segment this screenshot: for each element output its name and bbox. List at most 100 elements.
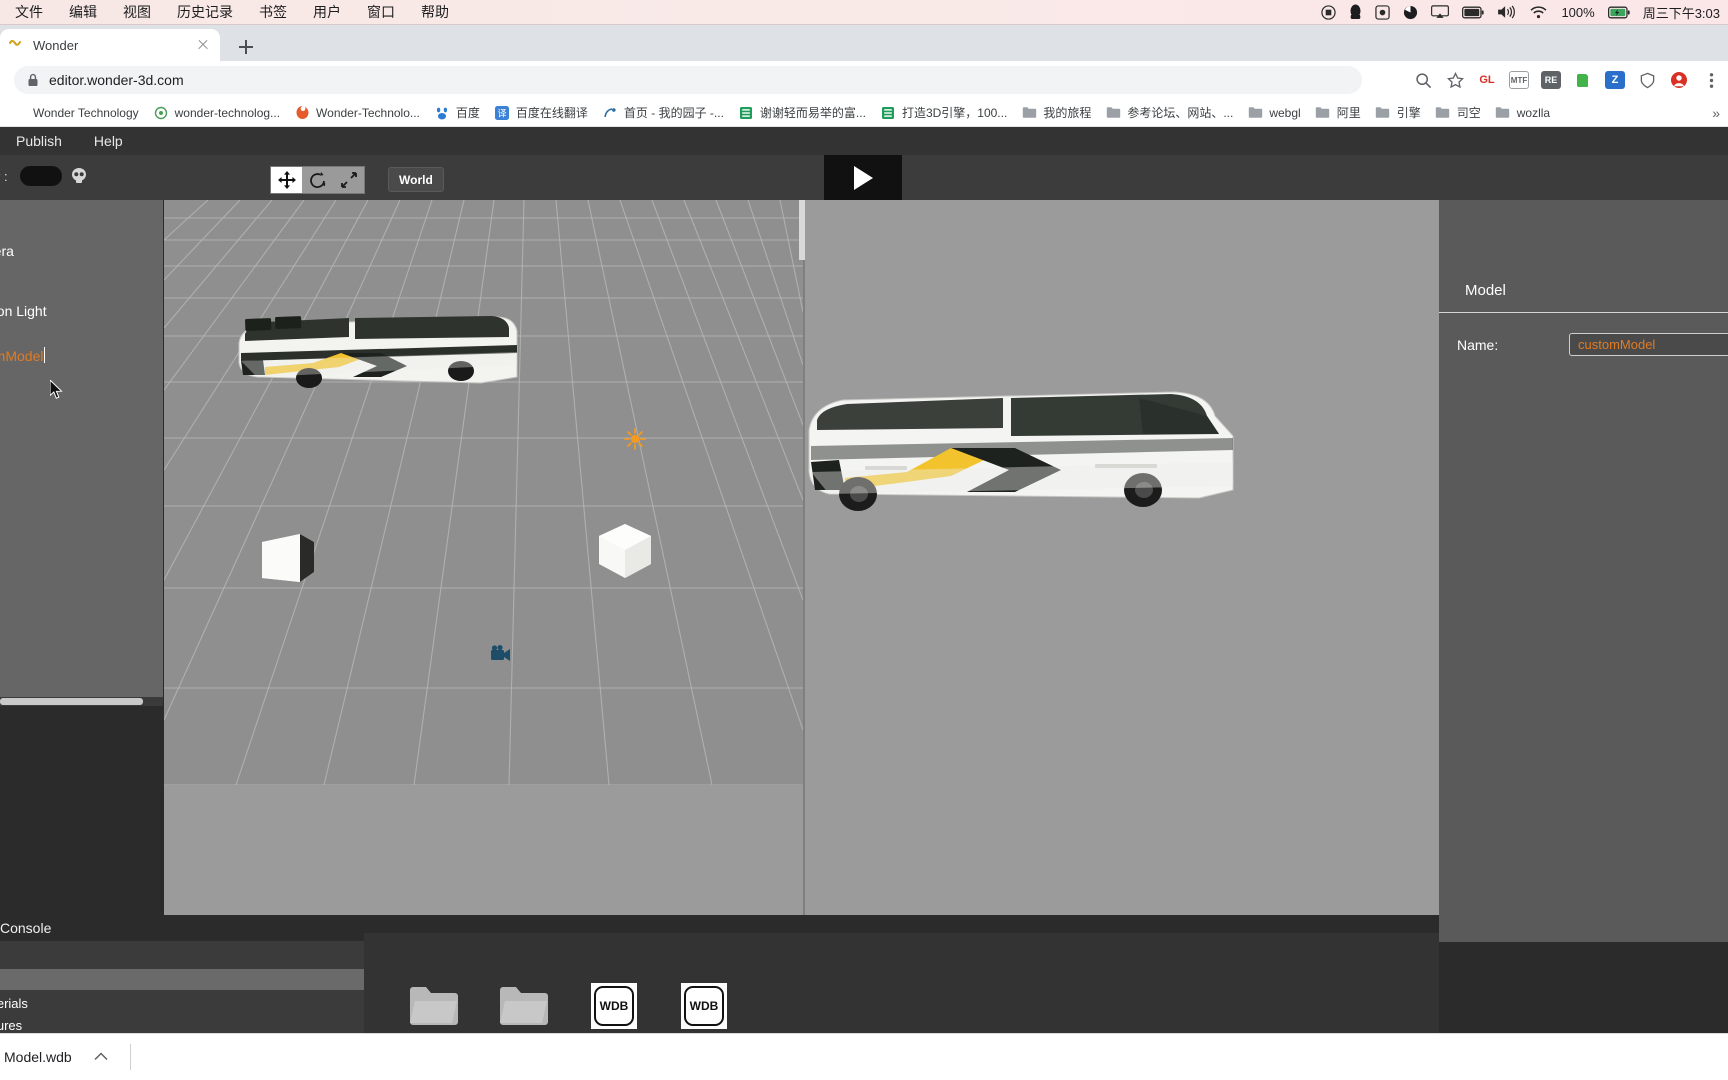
- hierarchy-item-direction-light[interactable]: ...ion Light: [0, 303, 47, 319]
- wonder-editor: Publish Help r : World: [0, 127, 1728, 1080]
- tab-console[interactable]: Console: [0, 920, 51, 936]
- search-icon[interactable]: [1412, 69, 1434, 91]
- clock-label[interactable]: 周三下午3:03: [1643, 3, 1720, 22]
- wdb-file-icon: WDB: [588, 981, 640, 1031]
- chart-icon[interactable]: [1403, 5, 1418, 20]
- menu-icon[interactable]: [1700, 69, 1722, 91]
- camera-gizmo[interactable]: [490, 645, 512, 669]
- bookmark-label: 百度在线翻译: [515, 106, 588, 120]
- capture-icon[interactable]: [1375, 4, 1391, 20]
- screen-record-icon[interactable]: [1321, 4, 1337, 20]
- macos-menu-profiles[interactable]: 用户: [300, 0, 354, 25]
- bookmark-star-icon[interactable]: [1444, 69, 1466, 91]
- download-file-name: Model.wdb: [4, 1049, 72, 1065]
- bookmark-item[interactable]: Wonder Technology: [4, 99, 146, 126]
- browser-tab[interactable]: Wonder: [0, 29, 220, 61]
- bookmark-folder[interactable]: 引擎: [1368, 99, 1428, 126]
- battery-icon[interactable]: [1462, 6, 1485, 19]
- bookmark-folder[interactable]: wozlla: [1488, 99, 1557, 126]
- orbit-icon: [153, 105, 169, 121]
- bookmark-folder[interactable]: 参考论坛、网站、...: [1098, 99, 1240, 126]
- wifi-icon[interactable]: [1529, 5, 1548, 19]
- bookmark-label: 百度: [455, 106, 480, 120]
- play-icon: [854, 165, 873, 190]
- qq-penguin-icon[interactable]: [1349, 4, 1362, 20]
- screen: Chrome 文件 编辑 视图 历史记录 书签 用户 窗口 帮助: [0, 0, 1728, 1080]
- macos-menu-edit[interactable]: 编辑: [56, 0, 110, 25]
- mtf-extension-icon[interactable]: MTF: [1508, 69, 1530, 91]
- viewport-splitter[interactable]: [799, 200, 805, 915]
- macos-menu-view[interactable]: 视图: [110, 0, 164, 25]
- hierarchy-item-custom-model[interactable]: ...mModel: [0, 347, 46, 364]
- hierarchy-item-camera[interactable]: ...era: [0, 243, 14, 259]
- bookmark-label: 打造3D引擎，100...: [901, 106, 1008, 120]
- play-button[interactable]: [824, 155, 902, 200]
- macos-menu-file[interactable]: 文件: [2, 0, 56, 25]
- bus-model-left[interactable]: [229, 305, 529, 415]
- bus-model-right[interactable]: [803, 390, 1243, 525]
- bookmark-label: wonder-technolog...: [174, 105, 281, 120]
- rotate-gizmo-button[interactable]: [302, 167, 333, 193]
- bookmark-folder[interactable]: webgl: [1240, 99, 1307, 126]
- viewport-splitter-handle[interactable]: [799, 200, 805, 260]
- asset-tree-selected-row[interactable]: [0, 969, 364, 990]
- macos-menu-help[interactable]: 帮助: [408, 0, 462, 25]
- profile-extension-icon[interactable]: [1668, 69, 1690, 91]
- bookmark-item[interactable]: 打造3D引擎，100...: [873, 99, 1014, 126]
- bookmark-folder[interactable]: 阿里: [1308, 99, 1368, 126]
- macos-status-items: 100% 周三下午3:03: [1321, 3, 1728, 22]
- bookmark-item[interactable]: 译 百度在线翻译: [487, 99, 595, 126]
- asset-tree-item-materials[interactable]: ...erials: [0, 996, 28, 1011]
- address-bar[interactable]: editor.wonder-3d.com: [14, 66, 1362, 94]
- editor-menu-help[interactable]: Help: [78, 127, 139, 155]
- gl-extension-icon[interactable]: GL: [1476, 69, 1498, 91]
- bookmark-label: 谢谢轻而易举的富...: [759, 106, 866, 120]
- bookmarks-overflow-button[interactable]: »: [1712, 105, 1728, 121]
- cube-1[interactable]: [260, 532, 316, 595]
- directional-light-gizmo[interactable]: [624, 428, 646, 454]
- bookmark-item[interactable]: 百度: [427, 99, 487, 126]
- volume-icon[interactable]: [1497, 5, 1516, 19]
- translate-gizmo-button[interactable]: [271, 167, 302, 193]
- close-icon[interactable]: [194, 36, 212, 54]
- macos-menu-window[interactable]: 窗口: [354, 0, 408, 25]
- hierarchy-scroll-thumb[interactable]: [0, 698, 143, 705]
- macos-menu-history[interactable]: 历史记录: [164, 0, 246, 25]
- re-extension-icon[interactable]: RE: [1540, 69, 1562, 91]
- battery-charging-icon[interactable]: [1607, 6, 1630, 19]
- wdb-badge: WDB: [684, 986, 724, 1026]
- bookmark-folder[interactable]: 我的旅程: [1014, 99, 1098, 126]
- scale-gizmo-button[interactable]: [333, 167, 364, 193]
- evernote-extension-icon[interactable]: [1572, 69, 1594, 91]
- download-separator: [129, 1044, 131, 1070]
- scene-viewport[interactable]: [164, 200, 1439, 915]
- bookmark-label: 参考论坛、网站、...: [1127, 106, 1234, 120]
- inspector-name-input[interactable]: customModel: [1569, 333, 1728, 356]
- hierarchy-panel[interactable]: ...era ...ion Light ...mModel: [0, 200, 163, 705]
- airplay-icon[interactable]: [1431, 5, 1450, 19]
- chevron-up-icon[interactable]: [94, 1050, 108, 1064]
- coordinate-space-button[interactable]: World: [388, 167, 444, 192]
- skull-icon[interactable]: [70, 167, 88, 190]
- zotero-extension-icon[interactable]: Z: [1604, 69, 1626, 91]
- bookmark-label: wozlla: [1516, 105, 1551, 120]
- color-swatch[interactable]: [20, 166, 62, 186]
- inspector-panel: Model Name: customModel: [1439, 200, 1728, 942]
- inspector-divider: [1439, 312, 1728, 313]
- editor-menu-publish[interactable]: Publish: [0, 127, 78, 155]
- folder-icon: [1021, 105, 1037, 121]
- asset-tree-item-textures[interactable]: ...ures: [0, 1018, 22, 1033]
- new-tab-button[interactable]: [232, 33, 260, 61]
- bookmark-item[interactable]: 首页 - 我的园子 -...: [595, 99, 731, 126]
- bookmark-label: Wonder-Technolo...: [316, 105, 420, 120]
- cube-2[interactable]: [596, 522, 654, 587]
- scene-perspective-view[interactable]: [164, 200, 803, 785]
- bookmark-item[interactable]: 谢谢轻而易举的富...: [731, 99, 873, 126]
- coordinate-space-label: World: [399, 172, 433, 187]
- shield-extension-icon[interactable]: [1636, 69, 1658, 91]
- macos-menu-bookmarks[interactable]: 书签: [246, 0, 300, 25]
- bookmark-item[interactable]: wonder-technolog...: [146, 99, 287, 126]
- bookmark-folder[interactable]: 司空: [1428, 99, 1488, 126]
- bookmark-item[interactable]: Wonder-Technolo...: [287, 99, 427, 126]
- download-item[interactable]: Model.wdb: [0, 1049, 108, 1065]
